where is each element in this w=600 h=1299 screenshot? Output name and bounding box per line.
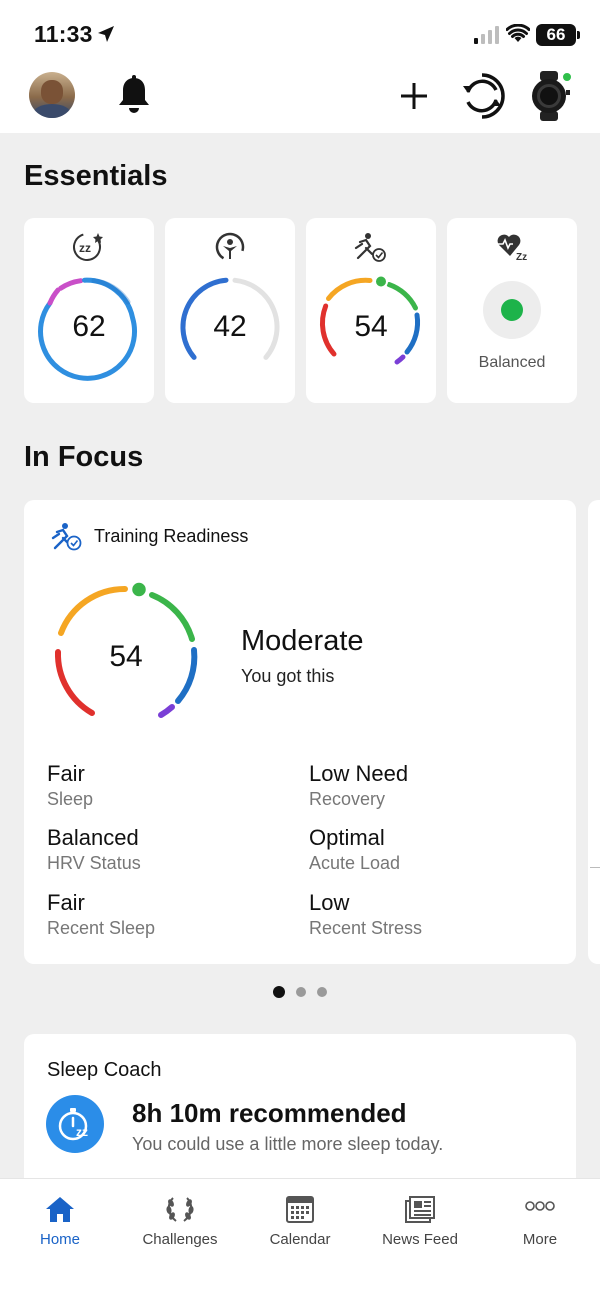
metric-label: HRV Status <box>47 853 141 873</box>
metric-recovery: Low Need Recovery <box>309 761 408 810</box>
more-icon <box>525 1201 555 1211</box>
metric-value: Fair <box>47 890 85 915</box>
hrv-status-icon: Zz <box>497 234 527 263</box>
status-bar: 11:33 66 <box>0 0 600 70</box>
bottom-nav: Home Challenges Calendar News Feed More <box>0 1178 600 1299</box>
avatar[interactable] <box>29 72 75 118</box>
metric-recent-stress: Low Recent Stress <box>309 890 422 939</box>
nav-label: More <box>522 1231 558 1248</box>
avatar-face <box>41 80 63 104</box>
pager-dot[interactable] <box>273 986 285 998</box>
metric-value: Balanced <box>47 825 139 850</box>
training-readiness-icon <box>51 523 82 551</box>
svg-text:zz: zz <box>76 1125 88 1139</box>
svg-text:zz: zz <box>79 241 91 255</box>
plus-icon[interactable] <box>398 80 430 112</box>
hrv-status-graphic: Zz <box>483 234 541 339</box>
sleep-coach-card[interactable]: Sleep Coach zz 8h 10m recommended You co… <box>24 1034 576 1178</box>
carousel-pager[interactable] <box>0 986 600 999</box>
nav-news-feed[interactable]: News Feed <box>360 1179 480 1259</box>
pager-dot[interactable] <box>296 987 306 997</box>
sleep-recommendation: 8h 10m recommended <box>132 1098 407 1128</box>
hrv-status-label: Balanced <box>478 354 546 371</box>
cellular-signal-icon <box>474 26 499 44</box>
nav-calendar[interactable]: Calendar <box>240 1179 360 1259</box>
metric-value: Optimal <box>309 825 385 850</box>
avatar-shirt <box>33 104 71 118</box>
nav-label: Challenges <box>142 1231 218 1248</box>
nav-label: News Feed <box>382 1231 458 1248</box>
battery-indicator: 66 <box>536 24 576 46</box>
metric-acute-load: Optimal Acute Load <box>309 825 400 874</box>
laurel-icon <box>166 1197 194 1222</box>
training-readiness-focus-card[interactable]: Training Readiness 54 Moderate You got t… <box>24 500 576 964</box>
readiness-score: 54 <box>109 640 143 673</box>
app-header <box>0 70 600 133</box>
essentials-title: Essentials <box>24 160 168 192</box>
hrv-status-card[interactable]: Zz Balanced <box>447 218 577 403</box>
sleep-score-icon: zz <box>73 233 103 261</box>
stopwatch-sleep-icon: zz <box>58 1108 88 1141</box>
sleep-score-value: 62 <box>72 310 106 343</box>
body-battery-icon <box>215 232 245 262</box>
location-arrow-icon <box>98 26 114 42</box>
sleep-coach-subtitle: You could use a little more sleep today. <box>132 1134 444 1154</box>
main-content[interactable]: Essentials zz 62 42 54 Zz Balanced In Fo… <box>0 133 600 1178</box>
metric-recent-sleep: Fair Recent Sleep <box>47 890 155 939</box>
focus-card-title: Training Readiness <box>94 526 249 546</box>
body-battery-card[interactable]: 42 <box>165 218 295 403</box>
metric-label: Acute Load <box>309 853 401 873</box>
metric-value: Fair <box>47 761 85 786</box>
wifi-icon <box>506 24 530 42</box>
nav-label: Home <box>39 1231 80 1248</box>
sleep-score-card[interactable]: zz 62 <box>24 218 154 403</box>
body-battery-value: 42 <box>213 310 247 343</box>
news-feed-icon <box>405 1196 435 1223</box>
readiness-status: Moderate <box>241 625 364 657</box>
svg-text:Zz: Zz <box>516 252 527 263</box>
metric-label: Recent Stress <box>309 918 423 938</box>
status-time: 11:33 <box>34 21 93 47</box>
metric-sleep: Fair Sleep <box>47 761 93 810</box>
metric-label: Recent Sleep <box>47 918 156 938</box>
calendar-icon <box>286 1196 314 1223</box>
nav-challenges[interactable]: Challenges <box>120 1179 240 1259</box>
home-icon <box>46 1197 74 1222</box>
battery-tip <box>577 31 580 39</box>
divider <box>590 867 600 868</box>
training-readiness-icon <box>354 233 386 262</box>
metric-hrv-status: Balanced HRV Status <box>47 825 141 874</box>
readiness-subtitle: You got this <box>241 666 335 686</box>
training-readiness-card[interactable]: 54 <box>306 218 436 403</box>
nav-home[interactable]: Home <box>0 1179 120 1259</box>
next-focus-card[interactable] <box>588 500 600 964</box>
device-connected-dot <box>561 71 573 83</box>
sleep-coach-title: Sleep Coach <box>47 1059 162 1081</box>
pager-dot[interactable] <box>317 987 327 997</box>
in-focus-title: In Focus <box>24 441 144 473</box>
nav-label: Calendar <box>269 1231 331 1248</box>
training-readiness-value: 54 <box>354 310 388 343</box>
metric-label: Sleep <box>47 789 94 809</box>
metric-value: Low <box>309 890 350 915</box>
nav-more[interactable]: More <box>480 1179 600 1259</box>
metric-label: Recovery <box>309 789 386 809</box>
sync-icon[interactable] <box>458 70 506 122</box>
sleep-coach-badge: zz <box>46 1095 104 1153</box>
bell-icon[interactable] <box>116 75 152 115</box>
metric-value: Low Need <box>309 761 409 786</box>
